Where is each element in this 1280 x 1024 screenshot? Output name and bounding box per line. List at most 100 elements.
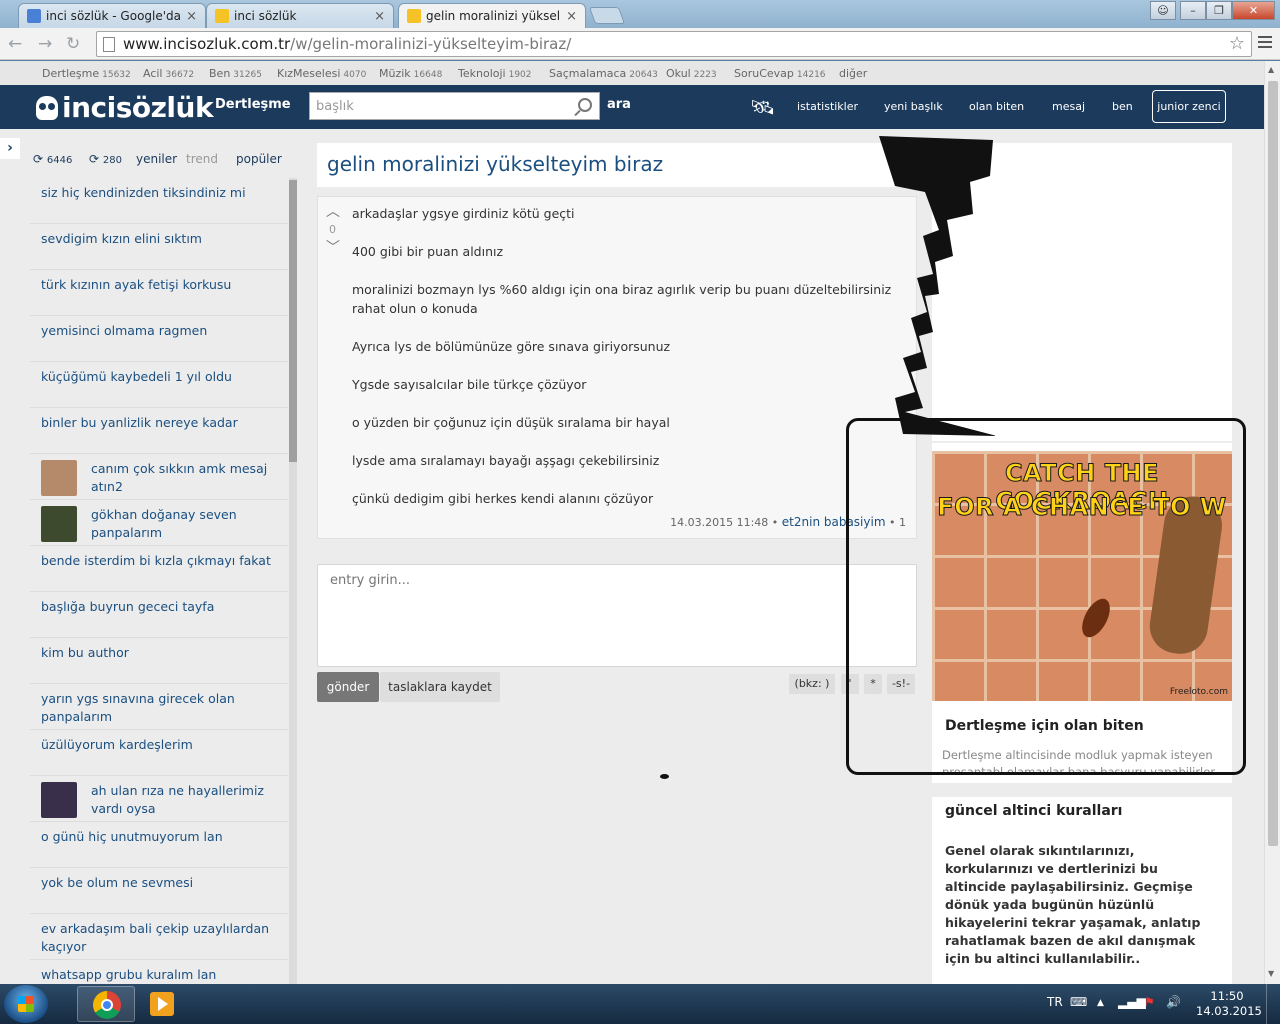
keyboard-icon[interactable]: ⌨ [1070, 995, 1087, 1009]
scrollbar-thumb[interactable] [1268, 81, 1278, 846]
topic-list-item[interactable]: başlığa buyrun gececi tayfa [30, 592, 288, 638]
back-icon[interactable]: ← [8, 34, 22, 54]
maximize-button[interactable]: ❐ [1206, 1, 1232, 20]
nav-new-topic[interactable]: yeni başlık [884, 100, 943, 113]
category-link[interactable]: Müzik 16648 [379, 67, 442, 80]
category-link[interactable]: KızMeselesi 4070 [277, 67, 366, 80]
browser-tab-active[interactable]: gelin moralinizi yükseltey × [398, 3, 586, 28]
show-desktop-button[interactable] [1266, 984, 1280, 1024]
nav-me[interactable]: ben [1112, 100, 1133, 113]
page-icon [103, 36, 115, 52]
sidebar-scrollbar[interactable] [289, 178, 297, 984]
user-avatar[interactable] [41, 782, 77, 818]
topic-list: siz hiç kendinizden tiksindiniz mi sevdig… [30, 178, 288, 984]
nav-whats-happening[interactable]: olan biten [969, 100, 1024, 113]
close-tab-icon[interactable]: × [374, 9, 385, 24]
site-logo[interactable]: incisözlük [36, 91, 214, 124]
search-icon[interactable] [578, 98, 592, 112]
downvote-icon[interactable]: ﹀ [326, 237, 340, 257]
category-link[interactable]: Acil 36672 [143, 67, 194, 80]
topic-list-item-title: sevdigim kızın elini sıktım [41, 231, 202, 246]
topic-list-item[interactable]: bende isterdim bi kızla çıkmayı fakat [30, 546, 288, 592]
search-button[interactable]: ara [607, 97, 631, 112]
send-button[interactable]: gönder [317, 672, 379, 702]
action-center-icon[interactable]: ⚑ [1144, 995, 1155, 1009]
entry-textarea[interactable] [317, 564, 917, 667]
new-tab-button[interactable] [588, 7, 626, 24]
bookmark-star-icon[interactable]: ☆ [1229, 33, 1245, 54]
close-tab-icon[interactable]: × [186, 9, 197, 24]
format-bkz-button[interactable]: (bkz: ) [789, 674, 835, 694]
show-hidden-icons-icon[interactable]: ▲ [1097, 998, 1104, 1008]
tab-popular[interactable]: popüler [236, 152, 282, 166]
entry-card: ︿ 0 ﹀ arkadaşlar ygsye girdiniz kötü geç… [317, 196, 917, 539]
system-clock[interactable]: 11:50 14.03.2015 [1196, 989, 1262, 1019]
forward-icon[interactable]: → [38, 34, 52, 54]
category-link[interactable]: Ben 31265 [209, 67, 262, 80]
close-window-button[interactable]: ✕ [1232, 1, 1275, 20]
address-bar[interactable]: www.incisozluk.com.tr/w/gelin-moralinizi… [96, 31, 1252, 57]
reload-icon[interactable]: ↻ [66, 34, 80, 54]
refresh-count-2[interactable]: ⟳ 280 [89, 152, 122, 166]
topic-list-item[interactable]: türk kızının ayak fetişi korkusu [30, 270, 288, 316]
category-link[interactable]: Teknoloji 1902 [458, 67, 532, 80]
user-menu-button[interactable]: junior zenci [1152, 90, 1226, 123]
tab-trend[interactable]: trend [186, 152, 218, 166]
topic-list-item[interactable]: ev arkadaşım bali çekip uzaylılardan kaç… [30, 914, 288, 960]
language-indicator[interactable]: TR [1047, 995, 1063, 1009]
scroll-down-icon[interactable]: ▼ [1268, 969, 1274, 978]
topic-list-item[interactable]: gökhan doğanay seven panpalarım [30, 500, 288, 546]
topic-list-item[interactable]: siz hiç kendinizden tiksindiniz mi [30, 178, 288, 224]
nav-statistics[interactable]: istatistikler [797, 100, 858, 113]
taskbar-media-player[interactable] [141, 986, 183, 1022]
category-link-other[interactable]: diğer [839, 67, 867, 80]
category-link[interactable]: SoruCevap 14216 [734, 67, 826, 80]
close-tab-icon[interactable]: × [566, 9, 577, 24]
save-draft-button[interactable]: taslaklara kaydet [380, 672, 500, 702]
topic-list-item[interactable]: o günü hiç unutmuyorum lan [30, 822, 288, 868]
nav-messages[interactable]: mesaj [1052, 100, 1085, 113]
network-icon[interactable]: ▂▄▆ [1118, 995, 1146, 1009]
taskbar-chrome[interactable] [77, 986, 135, 1022]
topic-list-item[interactable]: yemisinci olmama ragmen [30, 316, 288, 362]
topic-list-item[interactable]: yarın ygs sınavına girecek olan panpalar… [30, 684, 288, 730]
topic-title[interactable]: gelin moralinizi yükselteyim biraz [317, 143, 917, 187]
satellite-icon[interactable]: 🛰 [750, 95, 775, 119]
scrollbar-thumb[interactable] [289, 180, 297, 462]
upvote-icon[interactable]: ︿ [326, 201, 340, 221]
topic-list-item[interactable]: üzülüyorum kardeşlerim [30, 730, 288, 776]
user-avatar[interactable] [41, 460, 77, 496]
category-link[interactable]: Okul 2223 [666, 67, 717, 80]
entry-line: çünkü dedigim gibi herkes kendi alanını … [352, 491, 654, 506]
topic-list-item[interactable]: whatsapp grubu kuralım lan [30, 960, 288, 984]
topic-list-item[interactable]: binler bu yanlizlik nereye kadar [30, 408, 288, 454]
scroll-up-icon[interactable]: ▲ [1268, 65, 1274, 74]
profile-icon[interactable]: ☺ [1150, 1, 1176, 20]
topic-list-item[interactable]: küçüğümü kaybedeli 1 yıl oldu [30, 362, 288, 408]
category-link[interactable]: Dertleşme 15632 [42, 67, 131, 80]
browser-tab-incisozluk[interactable]: inci sözlük × [206, 3, 394, 28]
tab-new[interactable]: yeniler [136, 152, 177, 166]
category-link[interactable]: Saçmalamaca 20643 [549, 67, 658, 80]
windows-taskbar: TR ⌨ ▲ ▂▄▆ ⚑ 🔊 11:50 14.03.2015 [0, 984, 1280, 1024]
topic-list-item-title: canım çok sıkkın amk mesaj atın2 [91, 461, 268, 494]
start-button[interactable] [4, 985, 48, 1023]
topic-list-item[interactable]: sevdigim kızın elini sıktım [30, 224, 288, 270]
section-title[interactable]: Dertleşme [215, 97, 291, 112]
entry-line: lysde ama sıralamayı bayağı aşşagı çekeb… [352, 453, 660, 468]
topic-list-item[interactable]: yok be olum ne sevmesi [30, 868, 288, 914]
refresh-count-1[interactable]: ⟳ 6446 [33, 152, 72, 166]
search-input[interactable] [310, 93, 560, 119]
chrome-menu-icon[interactable] [1258, 36, 1272, 51]
browser-tab-google[interactable]: inci sözlük - Google'da Ar × [18, 3, 206, 28]
topic-list-item-title: yarın ygs sınavına girecek olan panpalar… [41, 691, 235, 724]
volume-icon[interactable]: 🔊 [1166, 995, 1181, 1009]
url-host: www.incisozluk.com.tr [123, 35, 291, 53]
topic-list-item[interactable]: ah ulan rıza ne hayallerimiz vardı oysa [30, 776, 288, 822]
minimize-button[interactable]: – [1180, 1, 1206, 20]
topic-list-item[interactable]: kim bu author [30, 638, 288, 684]
user-avatar[interactable] [41, 506, 77, 542]
page-scrollbar[interactable]: ▲ ▼ [1264, 61, 1280, 984]
sidebar-toggle-icon[interactable]: › [0, 138, 20, 159]
topic-list-item[interactable]: canım çok sıkkın amk mesaj atın2 [30, 454, 288, 500]
